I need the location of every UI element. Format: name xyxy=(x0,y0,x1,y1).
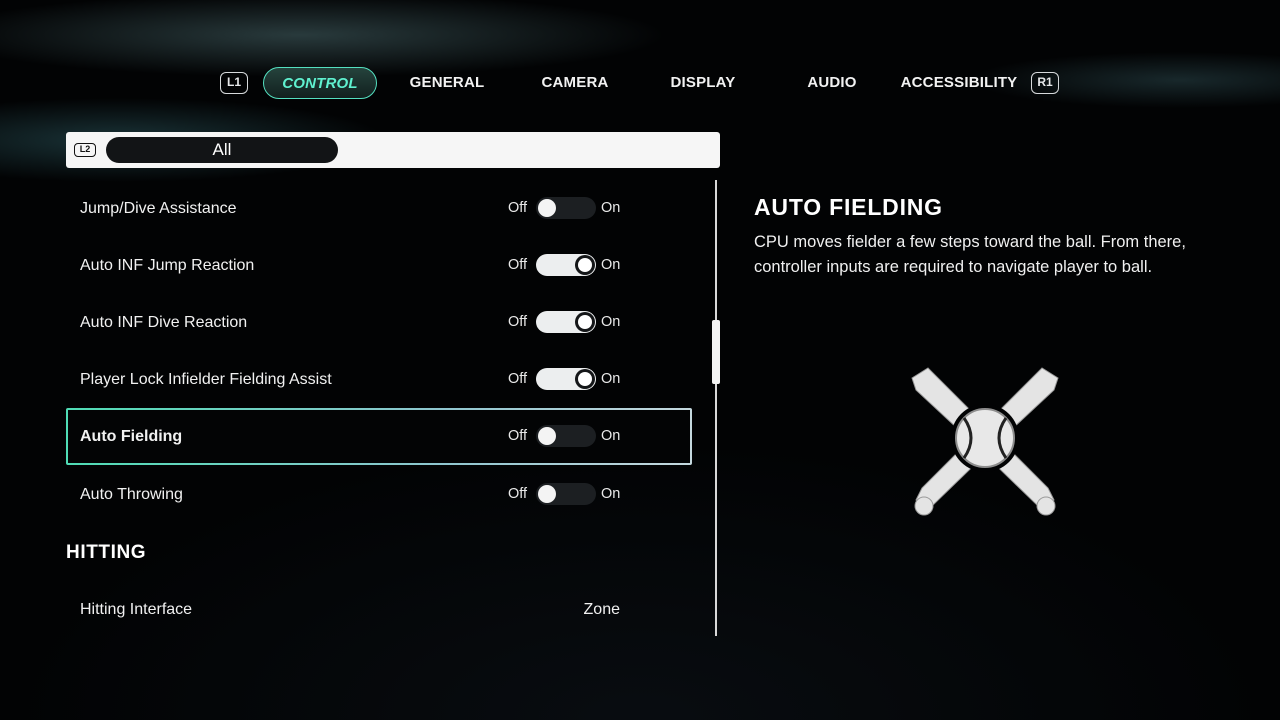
section-header-hitting: HITTING xyxy=(66,542,147,563)
tab-bar: L1 CONTROL GENERAL CAMERA DISPLAY AUDIO … xyxy=(0,0,1280,120)
on-label: On xyxy=(601,314,621,330)
setting-row-auto-fielding[interactable]: Auto Fielding Off On xyxy=(66,408,692,465)
on-label: On xyxy=(601,200,621,216)
toggle-switch[interactable] xyxy=(536,425,596,447)
settings-list: Jump/Dive Assistance Off On Auto INF Jum… xyxy=(66,180,692,640)
on-label: On xyxy=(601,428,621,444)
on-label: On xyxy=(601,371,621,387)
toggle-switch[interactable] xyxy=(536,197,596,219)
filter-select[interactable]: All xyxy=(106,137,338,163)
off-label: Off xyxy=(508,371,528,387)
tab-audio[interactable]: AUDIO xyxy=(782,67,882,99)
off-label: Off xyxy=(508,486,528,502)
scrollbar-track[interactable] xyxy=(715,180,717,636)
toggle-switch[interactable] xyxy=(536,254,596,276)
tab-general[interactable]: GENERAL xyxy=(397,67,497,99)
filter-bar: L2 All xyxy=(66,132,720,168)
setting-label: Auto INF Jump Reaction xyxy=(80,257,255,274)
toggle-switch[interactable] xyxy=(536,368,596,390)
info-description: CPU moves fielder a few steps toward the… xyxy=(754,233,1186,276)
setting-label: Auto Fielding xyxy=(80,428,183,445)
on-label: On xyxy=(601,486,621,502)
toggle-switch[interactable] xyxy=(536,483,596,505)
off-label: Off xyxy=(508,428,528,444)
setting-row-jump-dive-assistance[interactable]: Jump/Dive Assistance Off On xyxy=(66,180,692,237)
toggle-switch[interactable] xyxy=(536,311,596,333)
setting-row-auto-inf-jump-reaction[interactable]: Auto INF Jump Reaction Off On xyxy=(66,237,692,294)
tab-camera[interactable]: CAMERA xyxy=(525,67,625,99)
on-label: On xyxy=(601,257,621,273)
setting-value[interactable]: Zone xyxy=(584,581,620,638)
setting-label: Auto Throwing xyxy=(80,486,183,503)
setting-row-auto-throwing[interactable]: Auto Throwing Off On xyxy=(66,466,692,523)
toggle-knob xyxy=(538,199,556,217)
l1-button-hint[interactable]: L1 xyxy=(220,72,248,94)
setting-label: Hitting Interface xyxy=(80,601,193,618)
scrollbar-thumb[interactable] xyxy=(712,320,720,384)
toggle-knob xyxy=(538,427,556,445)
r1-button-hint[interactable]: R1 xyxy=(1031,72,1059,94)
tab-control[interactable]: CONTROL xyxy=(263,67,377,99)
toggle-knob xyxy=(575,255,595,275)
info-title: AUTO FIELDING xyxy=(754,194,943,220)
toggle-knob xyxy=(575,369,595,389)
crossed-bats-ball-icon xyxy=(911,367,1059,516)
off-label: Off xyxy=(508,314,528,330)
setting-label: Auto INF Dive Reaction xyxy=(80,314,248,331)
setting-label: Player Lock Infielder Fielding Assist xyxy=(80,371,332,388)
off-label: Off xyxy=(508,257,528,273)
tab-accessibility[interactable]: ACCESSIBILITY xyxy=(900,67,1018,99)
toggle-knob xyxy=(538,485,556,503)
setting-row-player-lock-infielder-fielding-assist[interactable]: Player Lock Infielder Fielding Assist Of… xyxy=(66,351,692,408)
off-label: Off xyxy=(508,200,528,216)
l2-button-hint[interactable]: L2 xyxy=(74,143,96,157)
tab-display[interactable]: DISPLAY xyxy=(653,67,753,99)
setting-row-hitting-interface[interactable]: Hitting Interface Zone xyxy=(66,581,692,638)
toggle-knob xyxy=(575,312,595,332)
setting-label: Jump/Dive Assistance xyxy=(80,200,237,217)
setting-row-auto-inf-dive-reaction[interactable]: Auto INF Dive Reaction Off On xyxy=(66,294,692,351)
